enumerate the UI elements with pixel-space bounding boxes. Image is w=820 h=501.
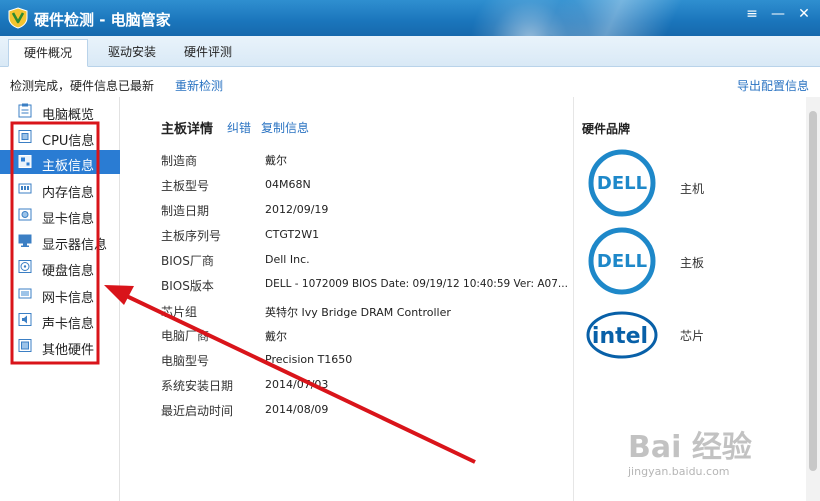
clipboard-icon [18, 103, 32, 118]
minimize-button[interactable]: — [766, 4, 790, 26]
sidebar-item-label: 内存信息 [42, 186, 95, 201]
row-label-manufacturer: 制造商 [161, 154, 198, 168]
row-value-pc-vendor: 戴尔 [265, 330, 287, 343]
watermark-url: jingyan.baidu.com [628, 465, 730, 478]
brands-title: 硬件品牌 [582, 122, 631, 136]
status-text: 检测完成，硬件信息已最新 [10, 79, 155, 93]
correct-error-link[interactable]: 纠错 [227, 119, 251, 136]
tab-hardware-overview[interactable]: 硬件概况 [8, 39, 88, 67]
row-label-serial-number: 主板序列号 [161, 229, 222, 243]
memory-icon [18, 183, 32, 194]
row-label-chipset: 芯片组 [161, 305, 198, 319]
sidebar-item-network-card[interactable]: 网卡信息 [0, 282, 120, 306]
sidebar-item-label: CPU信息 [42, 134, 95, 149]
row-value-serial-number: CTGT2W1 [265, 228, 320, 241]
tab-hardware-benchmark[interactable]: 硬件评测 [168, 39, 248, 67]
app-shield-logo-icon [8, 7, 28, 29]
status-toolbar: 检测完成，硬件信息已最新 重新检测 导出配置信息 [0, 67, 820, 97]
row-value-bios-version: DELL - 1072009 BIOS Date: 09/19/12 10:40… [265, 278, 568, 290]
motherboard-icon [18, 155, 32, 168]
network-card-icon [18, 288, 32, 299]
sidebar-item-overview[interactable]: 电脑概览 [0, 99, 120, 123]
row-label-board-model: 主板型号 [161, 179, 210, 193]
hard-disk-icon [18, 260, 32, 273]
hardware-category-sidebar: 电脑概览 CPU信息 主板信息 内存信息 显卡信息 显示器信息 硬盘信息 网卡信… [0, 97, 120, 501]
sidebar-item-graphics-card[interactable]: 显卡信息 [0, 203, 120, 227]
sidebar-item-label: 显卡信息 [42, 212, 95, 227]
sidebar-item-label: 其他硬件 [42, 343, 95, 358]
row-label-pc-vendor: 电脑厂商 [161, 329, 210, 343]
sound-card-icon [18, 313, 32, 326]
row-value-bios-vendor: Dell Inc. [265, 253, 310, 266]
copy-info-link[interactable]: 复制信息 [261, 119, 309, 136]
menu-button[interactable]: ≡ [740, 4, 764, 26]
sidebar-item-other-hardware[interactable]: 其他硬件 [0, 334, 120, 358]
sidebar-item-memory[interactable]: 内存信息 [0, 177, 120, 201]
row-label-manufacture-date: 制造日期 [161, 204, 210, 218]
other-hardware-icon [18, 339, 32, 352]
window-title: 硬件检测 - 电脑管家 [34, 11, 171, 29]
row-value-chipset: 英特尔 Ivy Bridge DRAM Controller [265, 306, 451, 319]
sidebar-item-label: 硬盘信息 [42, 264, 95, 279]
watermark-brand: Bai 经验 [628, 430, 752, 465]
dell-logo-icon: DELL [588, 149, 656, 217]
row-label-os-install-date: 系统安装日期 [161, 379, 234, 393]
row-label-bios-vendor: BIOS厂商 [161, 254, 214, 268]
monitor-icon [18, 234, 32, 247]
sidebar-item-sound-card[interactable]: 声卡信息 [0, 308, 120, 332]
brand-label-motherboard: 主板 [680, 256, 705, 270]
sidebar-item-monitor[interactable]: 显示器信息 [0, 229, 120, 253]
row-value-last-boot-time: 2014/08/09 [265, 403, 329, 416]
dell-logo-text: DELL [597, 251, 647, 272]
baidu-watermark: Bai 经验 jingyan.baidu.com [618, 420, 808, 490]
intel-logo-icon: intel [586, 311, 658, 359]
export-config-link[interactable]: 导出配置信息 [737, 77, 809, 94]
sidebar-item-motherboard[interactable]: 主板信息 [0, 150, 120, 174]
row-value-manufacturer: 戴尔 [265, 154, 287, 167]
row-value-pc-model: Precision T1650 [265, 353, 353, 366]
graphics-card-icon [18, 208, 32, 221]
row-value-board-model: 04M68N [265, 178, 311, 191]
sidebar-item-cpu[interactable]: CPU信息 [0, 125, 120, 149]
tab-bar: 硬件概况 驱动安装 硬件评测 [0, 36, 820, 67]
motherboard-detail-panel: 主板详情 纠错 复制信息 制造商 戴尔 主板型号 04M68N 制造日期 201… [121, 97, 573, 501]
brand-label-chip: 芯片 [680, 329, 705, 343]
tab-driver-install[interactable]: 驱动安装 [92, 39, 172, 67]
row-label-pc-model: 电脑型号 [161, 354, 210, 368]
sidebar-item-label: 显示器信息 [42, 238, 108, 253]
title-bar: 硬件检测 - 电脑管家 ≡ — ✕ [0, 0, 820, 36]
cpu-icon [18, 130, 32, 143]
row-value-manufacture-date: 2012/09/19 [265, 203, 329, 216]
vertical-scrollbar[interactable] [806, 97, 820, 501]
row-label-last-boot-time: 最近启动时间 [161, 404, 234, 418]
dell-logo-text: DELL [597, 173, 647, 194]
brand-label-host: 主机 [680, 182, 705, 196]
sidebar-item-label: 声卡信息 [42, 317, 95, 332]
sidebar-item-label: 网卡信息 [42, 291, 95, 306]
close-button[interactable]: ✕ [792, 4, 816, 26]
row-label-bios-version: BIOS版本 [161, 279, 214, 293]
scrollbar-thumb[interactable] [809, 111, 817, 471]
sidebar-item-hard-disk[interactable]: 硬盘信息 [0, 255, 120, 279]
sidebar-item-label: 电脑概览 [42, 108, 95, 123]
sidebar-item-label: 主板信息 [42, 159, 95, 174]
dell-logo-icon: DELL [588, 227, 656, 295]
recheck-link[interactable]: 重新检测 [175, 77, 223, 94]
row-value-os-install-date: 2014/07/03 [265, 378, 329, 391]
detail-title: 主板详情 [161, 122, 214, 137]
title-bar-light-ray [546, 0, 684, 36]
intel-logo-text: intel [592, 324, 648, 349]
